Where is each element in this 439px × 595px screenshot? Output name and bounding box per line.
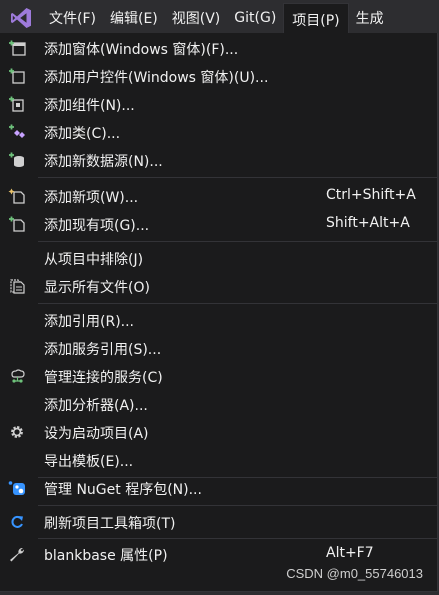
menu-item-label: 设为启动项目(A)	[44, 426, 149, 442]
menu-item-manage-connected-services[interactable]: 管理连接的服务(C)	[0, 363, 437, 389]
menu-item-label: 添加类(C)...	[44, 126, 121, 142]
menu-separator	[38, 538, 437, 539]
watermark-text: CSDN @m0_55746013	[286, 566, 423, 581]
add-new-item-icon	[8, 188, 26, 204]
menu-item-add-user-control[interactable]: 添加用户控件(Windows 窗体)(U)...	[0, 63, 437, 89]
menu-separator	[38, 241, 437, 242]
menu-item-add-existing-item[interactable]: 添加现有项(G)... Shift+Alt+A	[0, 211, 437, 237]
menu-item-shortcut: Alt+F7	[326, 545, 374, 561]
menu-item-label: 添加分析器(A)...	[44, 398, 148, 414]
menu-bar: 文件(F) 编辑(E) 视图(V) Git(G) 项目(P) 生成	[0, 0, 439, 36]
add-user-control-icon	[8, 68, 26, 84]
add-form-icon	[8, 40, 26, 56]
menu-item-shortcut: Ctrl+Shift+A	[326, 187, 416, 203]
menu-file[interactable]: 文件(F)	[42, 0, 103, 36]
nuget-icon	[8, 480, 26, 496]
menu-item-add-service-reference[interactable]: 添加服务引用(S)...	[0, 335, 437, 361]
menu-item-show-all-files[interactable]: 显示所有文件(O)	[0, 273, 437, 299]
add-existing-item-icon	[8, 216, 26, 232]
menu-item-label: 添加现有项(G)...	[44, 218, 150, 234]
menu-separator	[38, 303, 437, 304]
menu-view[interactable]: 视图(V)	[165, 0, 228, 36]
menu-item-label: blankbase 属性(P)	[44, 548, 168, 564]
menu-item-refresh-toolbox[interactable]: 刷新项目工具箱项(T)	[0, 509, 437, 535]
menu-separator	[38, 177, 437, 178]
menu-item-add-component[interactable]: 添加组件(N)...	[0, 91, 437, 117]
menu-separator	[38, 505, 437, 506]
menu-item-add-datasource[interactable]: 添加新数据源(N)...	[0, 147, 437, 173]
menu-item-label: 添加新数据源(N)...	[44, 154, 163, 170]
menu-item-add-class[interactable]: 添加类(C)...	[0, 119, 437, 145]
gear-icon	[8, 424, 26, 440]
menu-project[interactable]: 项目(P)	[283, 3, 349, 36]
menu-item-label: 导出模板(E)...	[44, 454, 134, 470]
menu-item-export-template[interactable]: 导出模板(E)...	[0, 447, 437, 473]
menu-git[interactable]: Git(G)	[227, 0, 283, 36]
add-class-icon	[8, 124, 26, 140]
wrench-icon	[8, 546, 26, 562]
menu-item-manage-nuget[interactable]: 管理 NuGet 程序包(N)...	[0, 475, 437, 501]
menu-build[interactable]: 生成	[349, 0, 391, 36]
menu-item-label: 添加引用(R)...	[44, 314, 135, 330]
menu-item-label: 添加新项(W)...	[44, 190, 139, 206]
menu-edit[interactable]: 编辑(E)	[103, 0, 165, 36]
project-menu-dropdown: 添加窗体(Windows 窗体)(F)... 添加用户控件(Windows 窗体…	[0, 33, 438, 592]
menu-item-label: 添加窗体(Windows 窗体)(F)...	[44, 42, 239, 58]
add-datasource-icon	[8, 152, 26, 168]
menu-item-add-reference[interactable]: 添加引用(R)...	[0, 307, 437, 333]
menu-item-add-new-item[interactable]: 添加新项(W)... Ctrl+Shift+A	[0, 183, 437, 209]
show-all-files-icon	[8, 278, 26, 294]
menu-item-exclude-from-project[interactable]: 从项目中排除(J)	[0, 245, 437, 271]
menu-item-set-as-startup[interactable]: 设为启动项目(A)	[0, 419, 437, 445]
add-component-icon	[8, 96, 26, 112]
menu-item-label: 添加用户控件(Windows 窗体)(U)...	[44, 70, 269, 86]
menu-item-label: 添加组件(N)...	[44, 98, 135, 114]
menu-item-label: 显示所有文件(O)	[44, 280, 150, 296]
refresh-icon	[8, 514, 26, 530]
menu-item-add-analyzer[interactable]: 添加分析器(A)...	[0, 391, 437, 417]
menu-item-label: 管理连接的服务(C)	[44, 370, 163, 386]
menu-item-label: 管理 NuGet 程序包(N)...	[44, 482, 202, 498]
menu-item-add-form[interactable]: 添加窗体(Windows 窗体)(F)...	[0, 35, 437, 61]
menu-item-properties[interactable]: blankbase 属性(P) Alt+F7	[0, 541, 437, 567]
menu-item-label: 添加服务引用(S)...	[44, 342, 162, 358]
visual-studio-logo-icon[interactable]	[0, 0, 42, 36]
menu-item-shortcut: Shift+Alt+A	[326, 215, 410, 231]
menu-item-label: 刷新项目工具箱项(T)	[44, 516, 176, 532]
menu-item-label: 从项目中排除(J)	[44, 252, 144, 268]
connected-services-icon	[8, 368, 26, 384]
